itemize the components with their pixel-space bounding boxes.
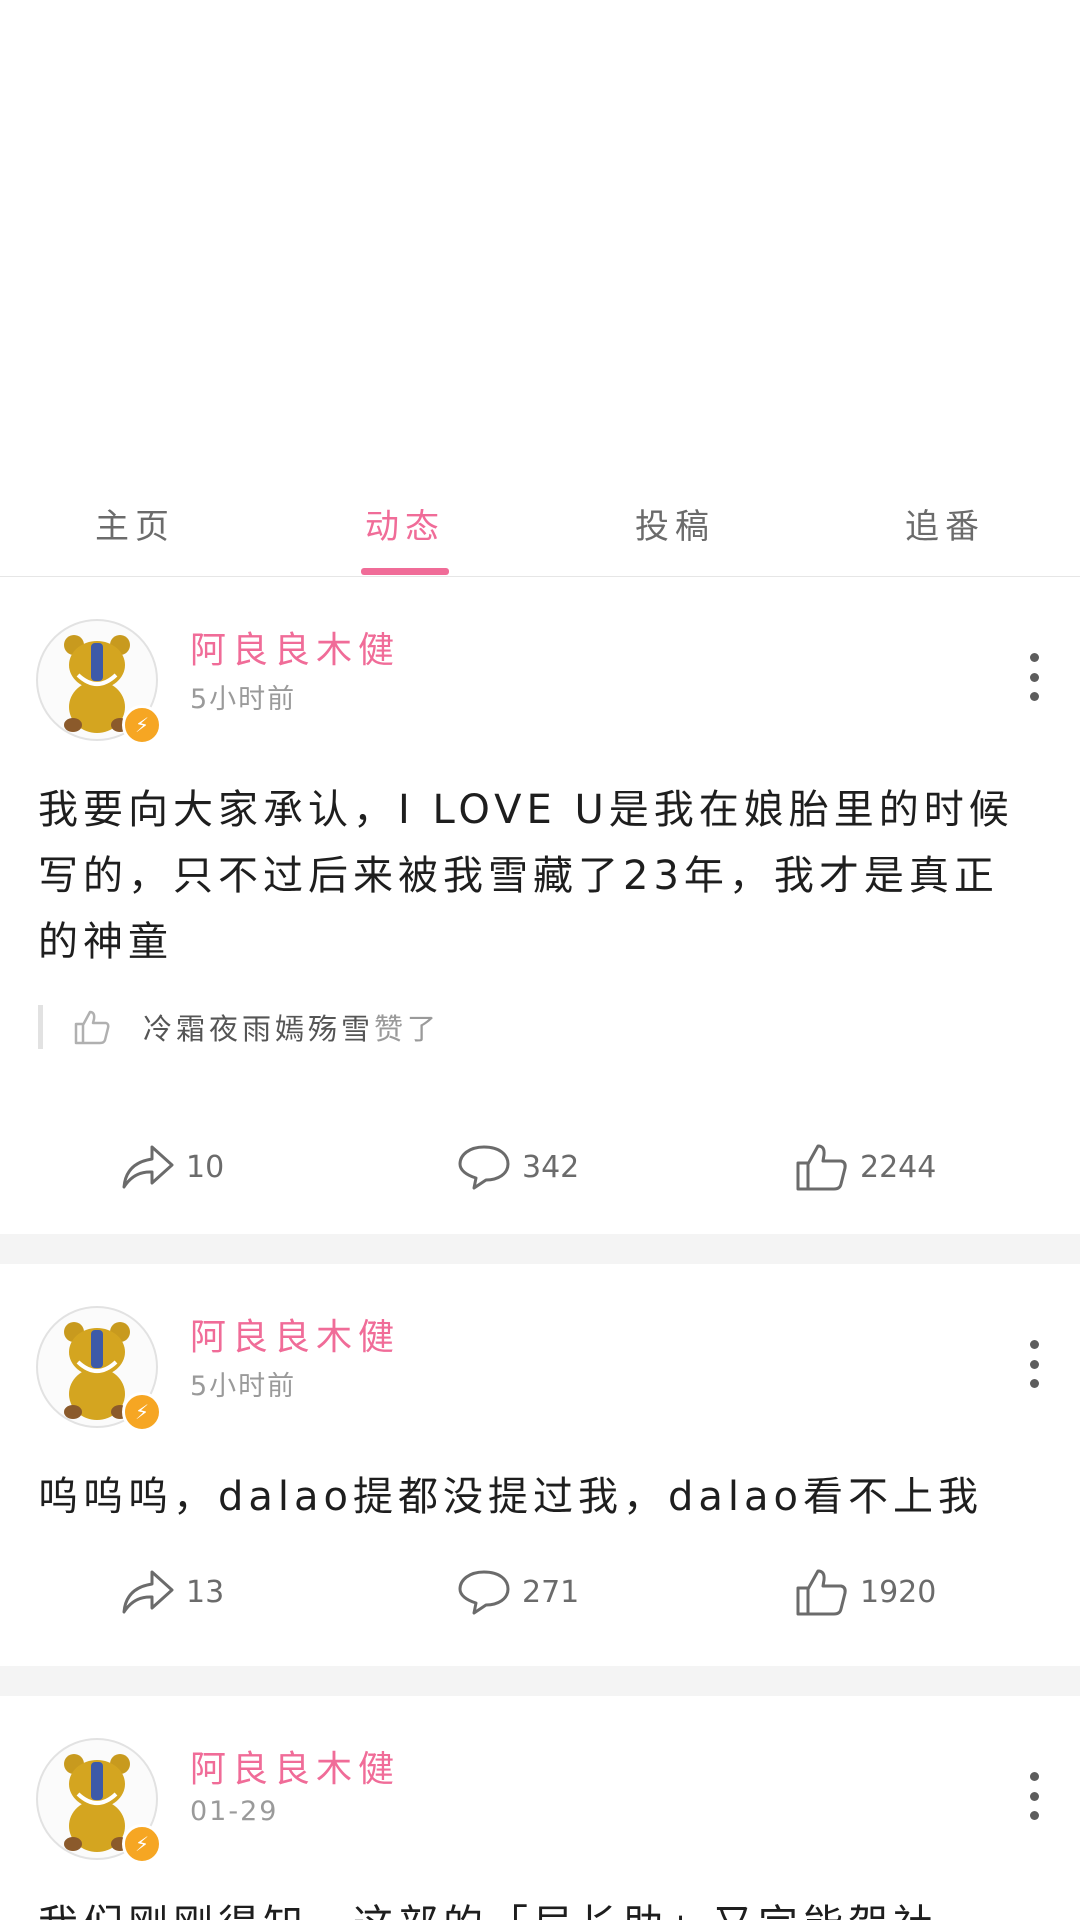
avatar[interactable]: ⚡ — [36, 619, 162, 745]
post-actions: 13 271 1920 — [0, 1562, 1080, 1622]
comment-icon — [458, 1570, 510, 1615]
lightning-icon: ⚡ — [122, 705, 162, 745]
post-content[interactable]: 我们刚刚得知，这部的「局长助」又完能贺社 — [38, 1892, 1028, 1920]
more-vertical-icon[interactable] — [1024, 1340, 1044, 1388]
post-username[interactable]: 阿良良木健 — [190, 621, 400, 673]
share-count: 13 — [186, 1574, 225, 1610]
liked-by-row[interactable]: 冷霜夜雨嫣殇雪 赞了 — [38, 1005, 440, 1049]
liked-by-names[interactable]: 冷霜夜雨嫣殇雪 — [143, 1006, 374, 1048]
tab-dynamics[interactable]: 动态 — [270, 470, 540, 576]
like-button[interactable]: 2244 — [794, 1137, 936, 1197]
comment-button[interactable]: 342 — [456, 1137, 579, 1197]
avatar[interactable]: ⚡ — [36, 1306, 162, 1432]
tab-uploads[interactable]: 投稿 — [540, 470, 810, 576]
like-count: 2244 — [860, 1149, 937, 1185]
post-username[interactable]: 阿良良木健 — [190, 1308, 400, 1360]
share-icon — [122, 1145, 174, 1189]
post-time: 5小时前 — [190, 1371, 297, 1402]
thumb-up-icon — [796, 1144, 847, 1191]
profile-tabs: 主页 动态 投稿 追番 — [0, 470, 1080, 578]
thumb-up-icon — [796, 1569, 847, 1616]
thumb-up-icon — [74, 1010, 110, 1045]
feed-separator — [0, 1234, 1080, 1264]
tab-home[interactable]: 主页 — [0, 470, 270, 576]
active-tab-indicator — [361, 568, 449, 575]
share-button[interactable]: 13 — [120, 1562, 224, 1622]
post-username[interactable]: 阿良良木健 — [190, 1740, 400, 1792]
avatar[interactable]: ⚡ — [36, 1738, 162, 1864]
feed-separator — [0, 1666, 1080, 1696]
post-time: 5小时前 — [190, 684, 297, 715]
share-button[interactable]: 10 — [120, 1137, 224, 1197]
post-card[interactable]: ⚡ 阿良良木健 5小时前 呜呜呜，dalao提都没提过我，dalao看不上我 1… — [0, 1264, 1080, 1666]
post-content[interactable]: 我要向大家承认，I LOVE U是我在娘胎里的时候写的，只不过后来被我雪藏了23… — [38, 777, 1028, 975]
feed-list: ⚡ 阿良良木健 5小时前 我要向大家承认，I LOVE U是我在娘胎里的时候写的… — [0, 577, 1080, 1920]
comment-button[interactable]: 271 — [456, 1562, 579, 1622]
lightning-icon: ⚡ — [122, 1824, 162, 1864]
comment-count: 342 — [522, 1149, 580, 1185]
like-count: 1920 — [860, 1574, 937, 1610]
post-time: 01-29 — [190, 1796, 279, 1827]
post-actions: 10 342 2244 — [0, 1137, 1080, 1197]
like-button[interactable]: 1920 — [794, 1562, 936, 1622]
comment-count: 271 — [522, 1574, 580, 1610]
post-content[interactable]: 呜呜呜，dalao提都没提过我，dalao看不上我 — [38, 1464, 1028, 1530]
post-card[interactable]: ⚡ 阿良良木健 5小时前 我要向大家承认，I LOVE U是我在娘胎里的时候写的… — [0, 577, 1080, 1234]
share-icon — [122, 1570, 174, 1614]
liked-by-suffix: 赞了 — [374, 1012, 441, 1046]
post-card[interactable]: ⚡ 阿良良木健 01-29 我们刚刚得知，这部的「局长助」又完能贺社 — [0, 1696, 1080, 1920]
more-vertical-icon[interactable] — [1024, 653, 1044, 701]
tab-bangumi[interactable]: 追番 — [810, 470, 1080, 576]
more-vertical-icon[interactable] — [1024, 1772, 1044, 1820]
comment-icon — [458, 1145, 510, 1190]
lightning-icon: ⚡ — [122, 1392, 162, 1432]
header-blank-area — [0, 0, 1080, 470]
share-count: 10 — [186, 1149, 225, 1185]
